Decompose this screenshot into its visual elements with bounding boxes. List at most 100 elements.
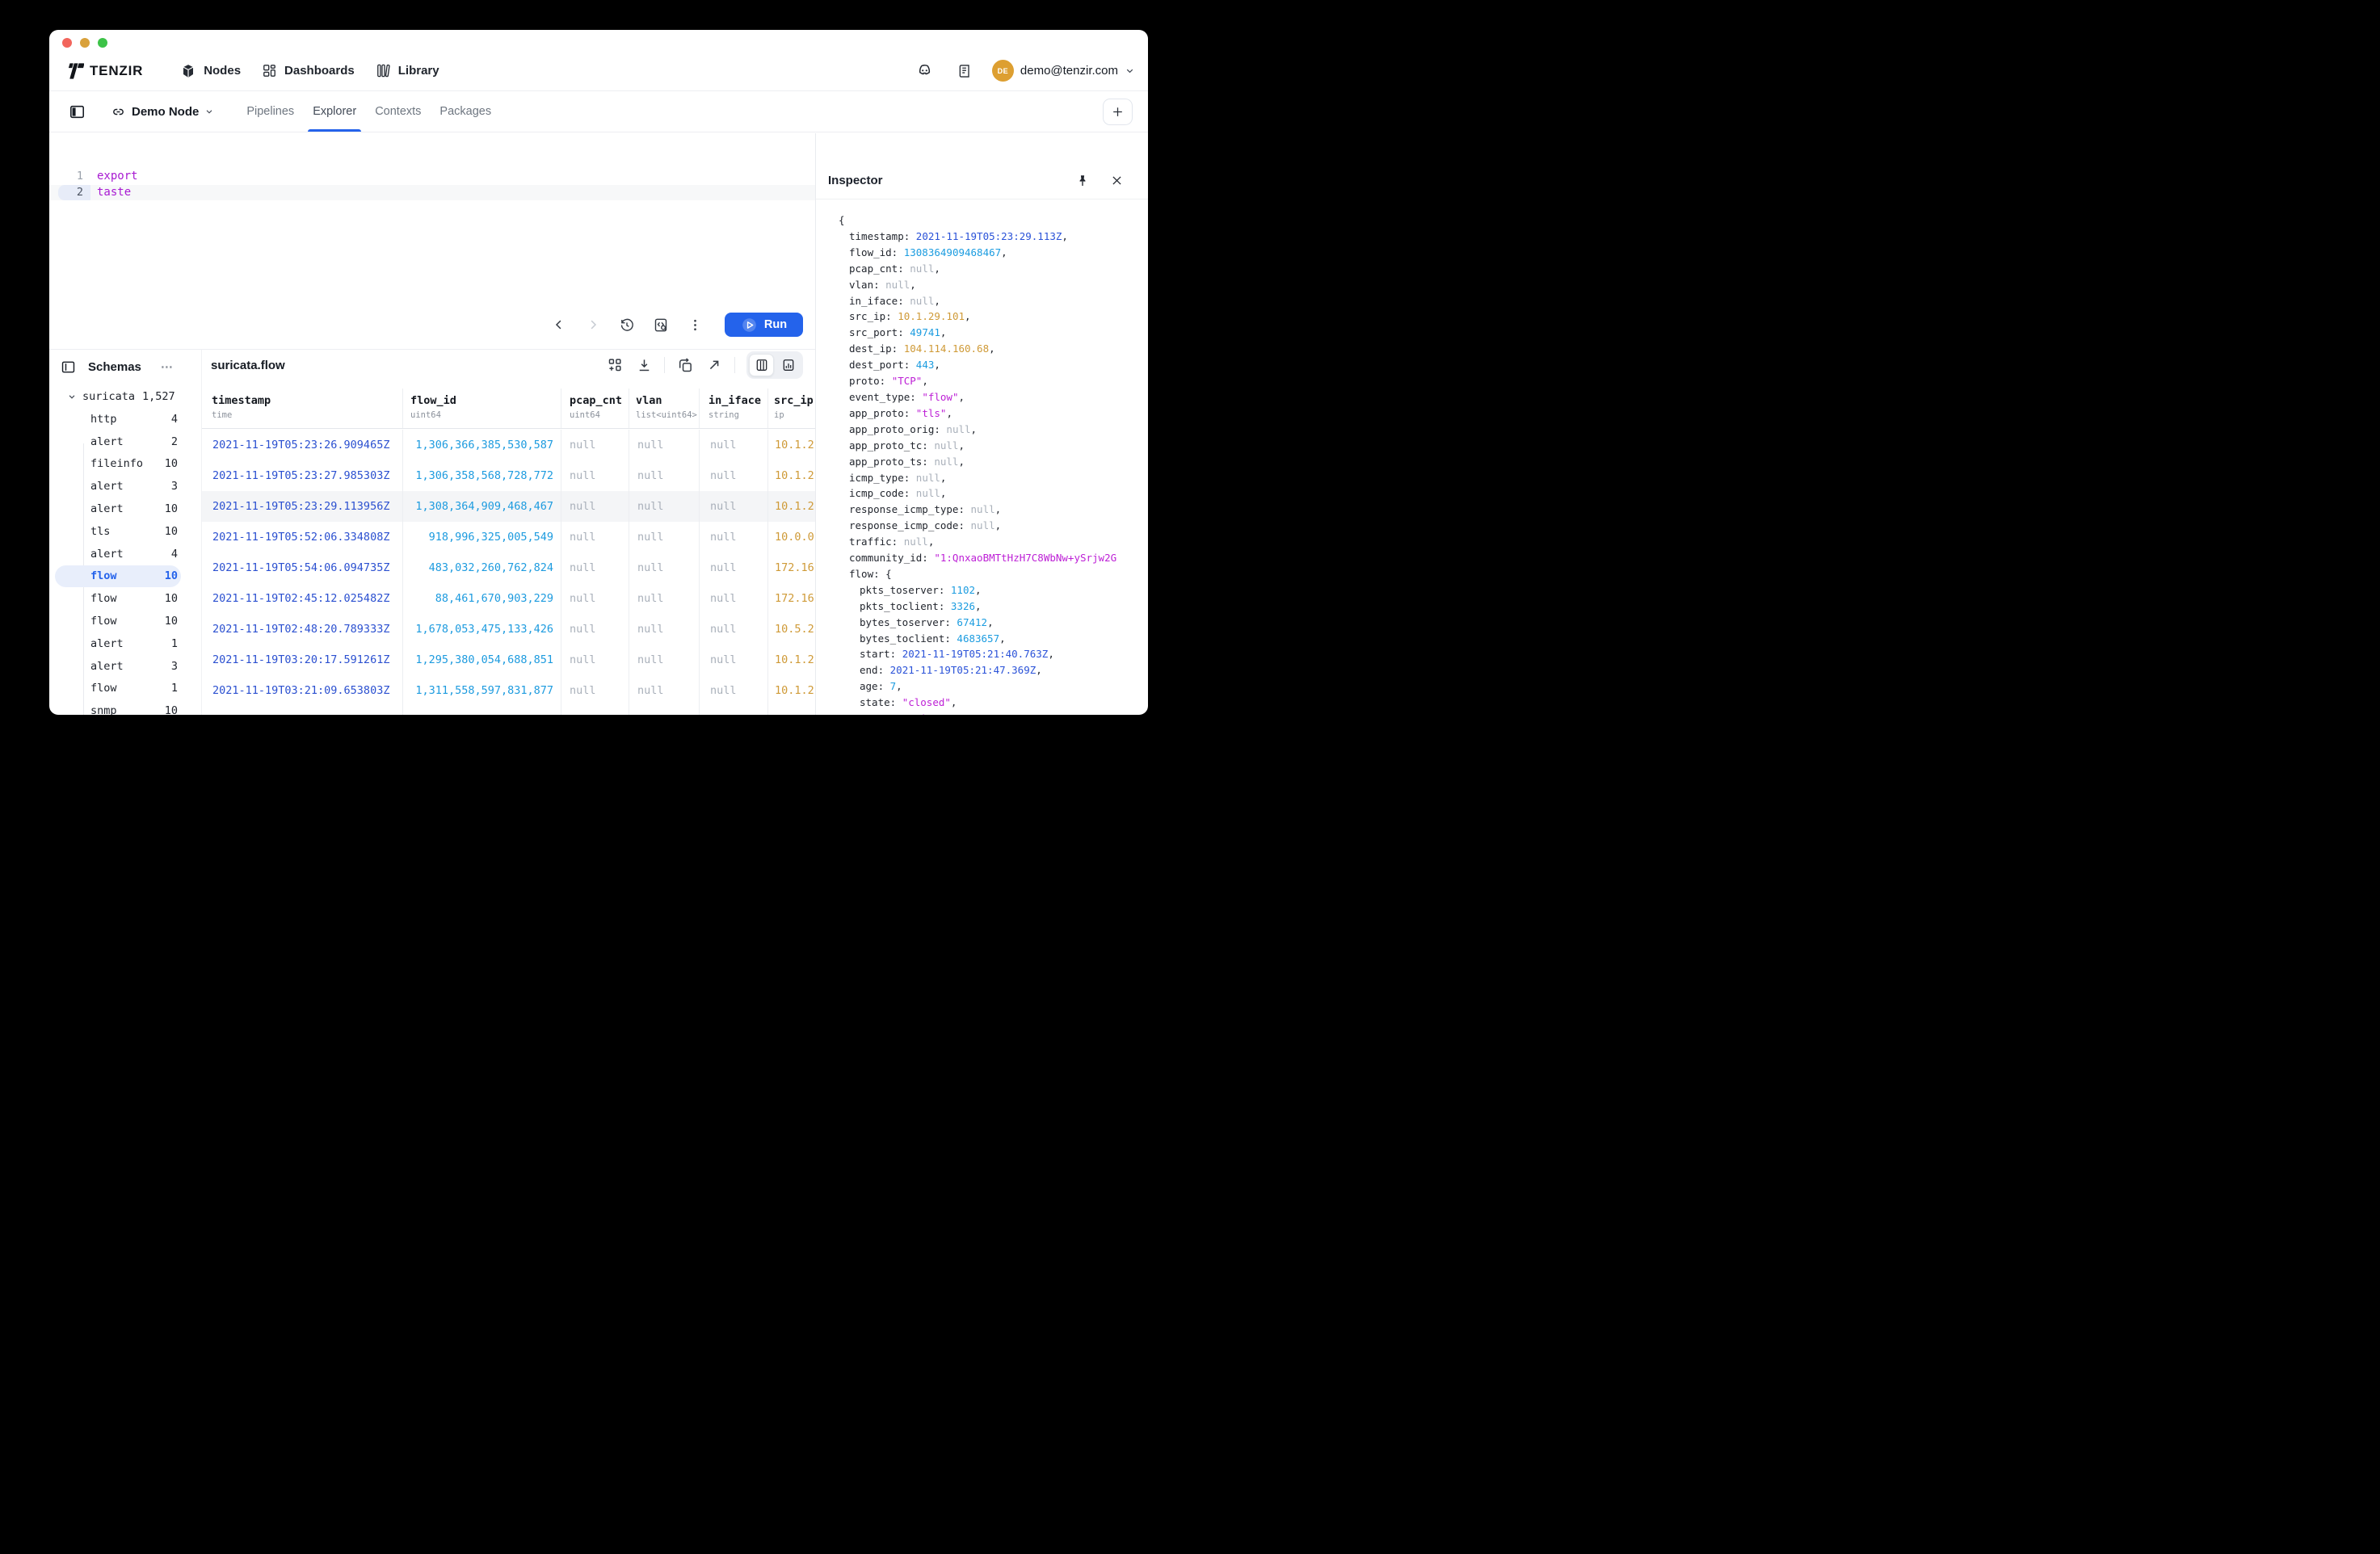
tab-explorer[interactable]: Explorer [308,91,361,132]
table-row[interactable]: 2021-11-19T03:21:09.901951Z1,331,563,830… [202,706,815,715]
cell-pcap_cnt: null [561,706,629,715]
schemas-menu-icon[interactable]: ⋯ [161,359,174,374]
cell-in_iface: null [699,460,767,491]
download-icon[interactable] [635,356,653,374]
json-line: end: 2021-11-19T05:21:47.369Z, [839,662,1148,678]
table-row[interactable]: 2021-11-19T05:23:27.985303Z1,306,358,568… [202,460,815,491]
table-row[interactable]: 2021-11-19T05:23:29.113956Z1,308,364,909… [202,491,815,522]
tab-label: Pipelines [246,105,294,118]
expand-icon[interactable] [705,356,723,374]
copy-results-icon[interactable] [676,356,694,374]
discord-icon[interactable] [913,59,937,83]
cell-flow_id: 88,461,670,903,229 [402,583,561,614]
schema-item-fileinfo[interactable]: fileinfo10 [49,453,201,476]
table-row[interactable]: 2021-11-19T02:45:12.025482Z88,461,670,90… [202,583,815,614]
schema-item-alert[interactable]: alert3 [49,475,201,498]
window-close-button[interactable] [62,38,72,48]
table-row[interactable]: 2021-11-19T05:23:26.909465Z1,306,366,385… [202,430,815,460]
table-row[interactable]: 2021-11-19T05:52:06.334808Z918,996,325,0… [202,522,815,552]
window-minimize-button[interactable] [80,38,90,48]
tab-contexts[interactable]: Contexts [370,91,426,132]
close-icon[interactable] [1108,172,1125,190]
cell-pcap_cnt: null [561,614,629,645]
schema-item-alert[interactable]: alert3 [49,655,201,678]
schema-item-count: 1 [171,637,178,650]
json-line: response_icmp_code: null, [839,518,1148,534]
table-row[interactable]: 2021-11-19T05:54:06.094735Z483,032,260,7… [202,552,815,583]
cell-vlan: null [629,460,699,491]
left-column: 1 export 2 taste [49,133,815,715]
nav-item-dashboards[interactable]: Dashboards [251,57,365,85]
docs-icon[interactable] [952,59,977,83]
query-history-icon[interactable] [619,317,635,333]
schema-group-suricata[interactable]: suricata 1,527 [49,385,201,408]
schema-item-flow[interactable]: flow1 [49,678,201,700]
cell-pcap_cnt: null [561,552,629,583]
run-button-label: Run [764,318,787,331]
schema-item-name: alert [90,637,124,650]
table-row[interactable]: 2021-11-19T03:20:17.591261Z1,295,380,054… [202,645,815,675]
pin-icon[interactable] [1074,172,1091,190]
schema-item-tls[interactable]: tls10 [49,520,201,543]
section-tabs: Pipelines Explorer ContextsPackages [242,91,496,132]
schema-item-alert[interactable]: alert2 [49,430,201,453]
tab-label: Explorer [313,105,356,118]
json-line: icmp_code: null, [839,485,1148,502]
json-line: timestamp: 2021-11-19T05:23:29.113Z, [839,229,1148,245]
schema-item-alert[interactable]: alert 1 [49,632,201,655]
schema-item-count: 10 [165,525,178,538]
schema-item-alert[interactable]: alert10 [49,498,201,520]
schema-item-flow[interactable]: flow10 [49,587,201,610]
schema-item-snmp[interactable]: snmp10 [49,699,201,715]
schema-item-name: alert [90,660,124,673]
account-menu[interactable]: DE demo@tenzir.com [992,60,1135,82]
json-line: dest_ip: 104.114.160.68, [839,341,1148,357]
tab-pipelines[interactable]: Pipelines [242,91,299,132]
schema-item-name: flow [90,592,117,605]
add-to-dashboard-icon[interactable] [606,356,624,374]
schema-group-count: 1,527 [142,390,175,403]
tenzir-logo[interactable]: TENZIR [65,62,143,80]
more-options-icon[interactable] [687,317,703,333]
json-line: age: 7, [839,678,1148,695]
panel-collapse-icon[interactable] [58,357,78,376]
sidebar-toggle-button[interactable] [65,99,89,124]
inspector-title: Inspector [828,174,883,187]
history-forward-button[interactable] [585,317,601,333]
inspector-json: {timestamp: 2021-11-19T05:23:29.113Z,flo… [816,200,1148,715]
json-line: event_type: "flow", [839,389,1148,405]
add-pipeline-button[interactable] [1103,99,1133,125]
json-line: in_iface: null, [839,293,1148,309]
window-zoom-button[interactable] [98,38,107,48]
schema-item-flow[interactable]: flow10 [49,565,201,588]
table-row[interactable]: 2021-11-19T02:48:20.789333Z1,678,053,475… [202,614,815,645]
table-view-button[interactable] [749,354,774,376]
nav-item-library[interactable]: Library [365,57,450,85]
schema-item-http[interactable]: http4 [49,408,201,430]
cell-vlan: null [629,552,699,583]
code-search-icon[interactable] [653,317,669,333]
json-line: community_id: "1:QnxaoBMTtHzH7C8WbNw+ySr… [839,550,1148,566]
node-selector[interactable]: Demo Node [111,104,214,120]
json-line: flow_id: 1308364909468467, [839,245,1148,261]
tab-packages[interactable]: Packages [435,91,496,132]
cell-in_iface: null [699,675,767,706]
table-row[interactable]: 2021-11-19T03:21:09.653803Z1,311,558,597… [202,675,815,706]
nav-item-nodes[interactable]: Nodes [170,57,251,85]
grid-header: timestamptime flow_iduint64 pcap_cntuint… [202,388,815,429]
schema-item-count: 10 [165,569,178,582]
cell-src_ip: 10.1.2 [767,675,815,706]
history-back-button[interactable] [551,317,567,333]
table-header-bar: suricata.flow [202,350,815,380]
schema-item-name: alert [90,435,124,448]
json-line: icmp_type: null, [839,470,1148,486]
library-books-icon [376,63,391,78]
chart-view-button[interactable] [776,354,801,376]
run-button[interactable]: Run [725,313,803,337]
cell-in_iface: null [699,583,767,614]
schema-item-alert[interactable]: alert4 [49,543,201,565]
toolbar-divider [734,357,735,373]
schema-item-flow[interactable]: flow10 [49,610,201,632]
schema-item-name: alert [90,502,124,515]
inspector-panel: Inspector [815,133,1148,715]
